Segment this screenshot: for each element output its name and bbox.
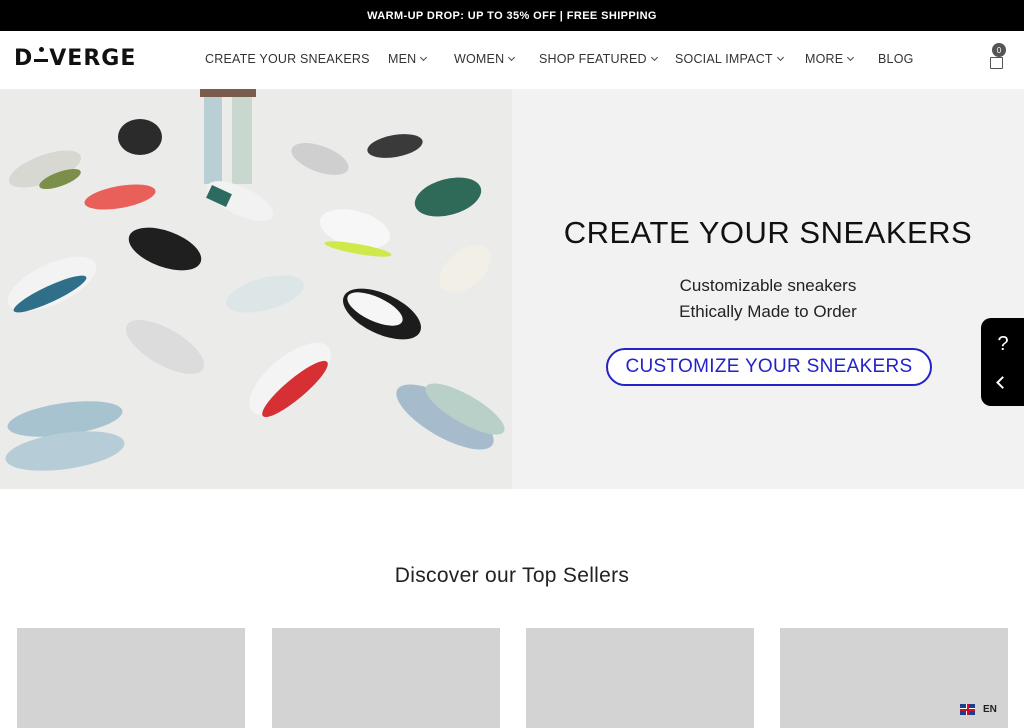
chevron-down-icon <box>508 53 516 62</box>
hero-subtitle-2: Ethically Made to Order <box>679 302 857 321</box>
nav-blog[interactable]: BLOG <box>878 52 914 66</box>
top-sellers-title: Discover our Top Sellers <box>394 564 630 587</box>
main-nav: CREATE YOUR SNEAKERS MEN WOMEN SHOP FEAT… <box>0 31 1024 89</box>
language-selector[interactable]: EN <box>960 704 997 715</box>
nav-label: MEN <box>388 52 417 66</box>
hero-banner: CREATE YOUR SNEAKERS Customizable sneake… <box>0 89 1024 489</box>
announcement-text: WARM-UP DROP: UP TO 35% OFF | FREE SHIPP… <box>367 9 657 22</box>
site-header: D VERGE CREATE YOUR SNEAKERS MEN WOMEN S… <box>0 31 1024 89</box>
chevron-down-icon <box>420 53 428 62</box>
customize-sneakers-button[interactable]: CUSTOMIZE YOUR SNEAKERS <box>606 348 932 386</box>
nav-social-impact[interactable]: SOCIAL IMPACT <box>675 52 784 66</box>
product-card[interactable] <box>272 628 500 728</box>
language-code: EN <box>983 704 997 715</box>
shopping-bag-icon <box>990 57 1003 69</box>
chevron-down-icon <box>847 53 855 62</box>
nav-label: MORE <box>805 52 844 66</box>
product-card[interactable] <box>17 628 245 728</box>
nav-label: SHOP FEATURED <box>539 52 647 66</box>
help-sparkle-icon[interactable]: ? <box>991 332 1015 356</box>
chevron-down-icon <box>650 53 658 62</box>
sneakers-photo <box>0 89 512 489</box>
nav-label: BLOG <box>878 52 914 66</box>
nav-more[interactable]: MORE <box>805 52 855 66</box>
nav-label: WOMEN <box>454 52 505 66</box>
chevron-down-icon <box>776 53 784 62</box>
announcement-bar: WARM-UP DROP: UP TO 35% OFF | FREE SHIPP… <box>0 0 1024 31</box>
hero-sneakers-image[interactable] <box>0 89 512 489</box>
hero-subtitle-1: Customizable sneakers <box>679 276 857 295</box>
uk-flag-icon <box>960 704 975 715</box>
product-card[interactable] <box>526 628 754 728</box>
cart-button[interactable]: 0 <box>989 43 1006 69</box>
nav-label: CREATE YOUR SNEAKERS <box>205 52 370 66</box>
nav-create-your-sneakers[interactable]: CREATE YOUR SNEAKERS <box>205 52 370 66</box>
chevron-left-icon[interactable] <box>996 376 1009 389</box>
cart-count-badge: 0 <box>992 43 1006 57</box>
hero-text-panel: CREATE YOUR SNEAKERS Customizable sneake… <box>512 89 1024 489</box>
nav-label: SOCIAL IMPACT <box>675 52 773 66</box>
side-help-widget[interactable]: ? <box>981 318 1024 406</box>
nav-women[interactable]: WOMEN <box>454 52 516 66</box>
nav-shop-featured[interactable]: SHOP FEATURED <box>539 52 658 66</box>
hero-title: CREATE YOUR SNEAKERS <box>563 215 973 250</box>
nav-men[interactable]: MEN <box>388 52 428 66</box>
